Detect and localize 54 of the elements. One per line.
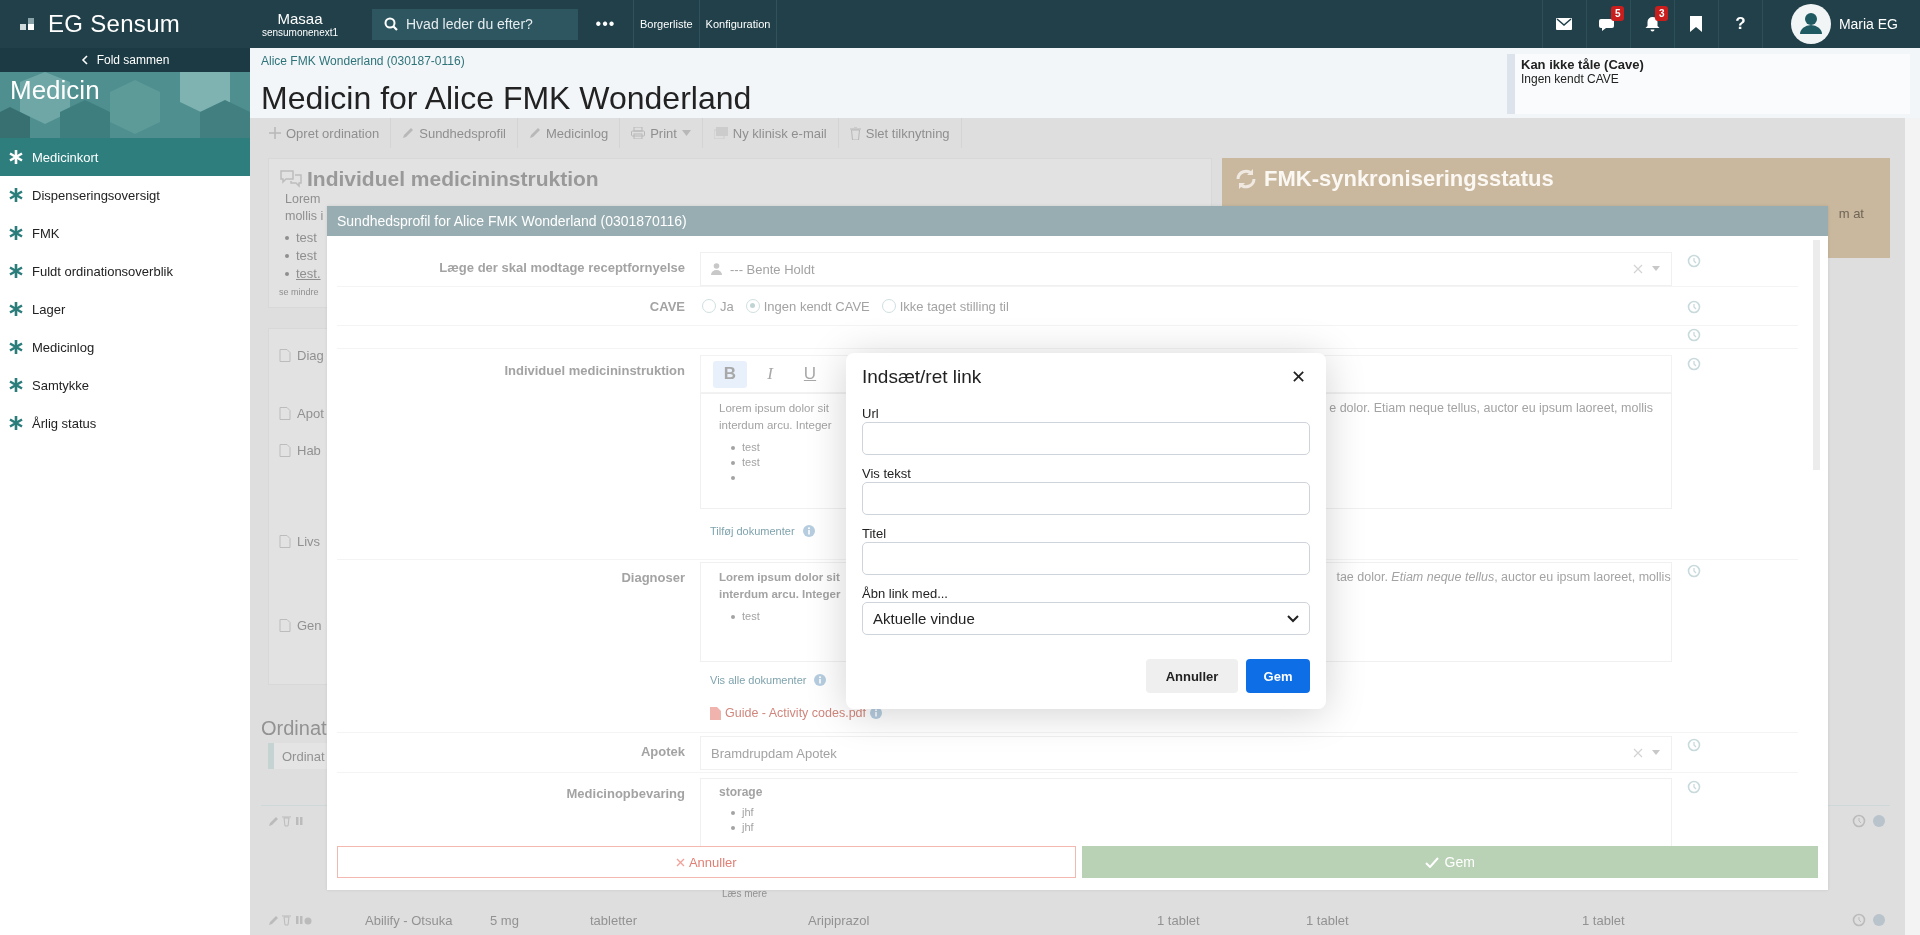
section-heading: Ordinat [261, 716, 327, 741]
editor-text: e dolor. Etiam neque tellus, auctor eu ipsum laoreet, mollis [1329, 400, 1653, 417]
cave-title: Kan ikke tåle (Cave) [1521, 57, 1645, 72]
section-label: Hab [297, 442, 321, 458]
table-cell-text: Abilify - Otsuka [365, 912, 454, 928]
editor-text: tae dolor. Etiam neque tellus, auctor eu ipsum laoreet, mollis [1336, 569, 1671, 586]
card-text: m at [1838, 206, 1864, 221]
table-cell-text: 1 tablet [1306, 912, 1350, 928]
section-label: Livs [297, 533, 321, 549]
section-label: Diag [297, 347, 324, 363]
tab-label: Ordinat [282, 748, 325, 764]
list-item: test [731, 455, 760, 470]
field-label: Url [862, 407, 880, 421]
logo-text: EG Sensum [48, 10, 181, 38]
section-label: Apot [297, 405, 324, 421]
editor-text: Lorem ipsum dolor sit [719, 401, 829, 416]
field-label: Læge der skal modtage receptfornyelse [438, 259, 685, 277]
field-label: Diagnoser [620, 569, 685, 587]
field-label: CAVE [648, 298, 685, 314]
list-item: jhf [731, 820, 754, 835]
card-text: Lorem [284, 191, 321, 208]
list-item: test [731, 440, 760, 455]
list-item: test [731, 609, 760, 624]
field-label: Åbn link med... [862, 587, 949, 601]
section-title: Medicin [9, 74, 100, 106]
table-cell: 1 tablet [1582, 912, 1625, 928]
list-item: test [285, 229, 321, 247]
section-label: Gen [297, 617, 322, 633]
list-item: test [285, 247, 321, 265]
editor-text: interdum arcu. Integer [719, 418, 832, 433]
notes-heading: storage [719, 785, 763, 799]
field-label: Apotek [639, 743, 685, 761]
field-label: Titel [862, 527, 888, 541]
dialog-title: Indsæt/ret link [862, 366, 982, 388]
card-title: Individuel medicininstruktion [307, 167, 599, 191]
editor-text: Lorem ipsum dolor sit [719, 570, 840, 585]
dialog-title: Sundhedsprofil for Alice FMK Wonderland (0301870116) [337, 213, 687, 229]
field-label: Medicinopbevaring [565, 785, 685, 803]
count-badge: 3 [1654, 6, 1669, 21]
list-item: test. [285, 265, 321, 283]
card-text: mollis i [284, 208, 324, 225]
table-cell-text: tabletter [590, 912, 638, 928]
table-cell-text: Aripiprazol [808, 912, 871, 928]
field-label: Vis tekst [862, 467, 912, 481]
count-badge: 5 [1610, 6, 1625, 21]
field-label: Individuel medicininstruktion [503, 362, 685, 380]
card-title: FMK-synkroniseringsstatus [1264, 166, 1554, 192]
table-cell-text: 5 mg [490, 912, 520, 928]
cave-text: Ingen kendt CAVE [1521, 72, 1620, 86]
page-title: Medicin for Alice FMK Wonderland [261, 80, 752, 117]
list-item: jhf [731, 805, 754, 820]
radio-label: Ja [720, 298, 734, 314]
table-cell-text: 1 tablet [1157, 912, 1201, 928]
editor-text: interdum arcu. Integer [719, 587, 841, 602]
